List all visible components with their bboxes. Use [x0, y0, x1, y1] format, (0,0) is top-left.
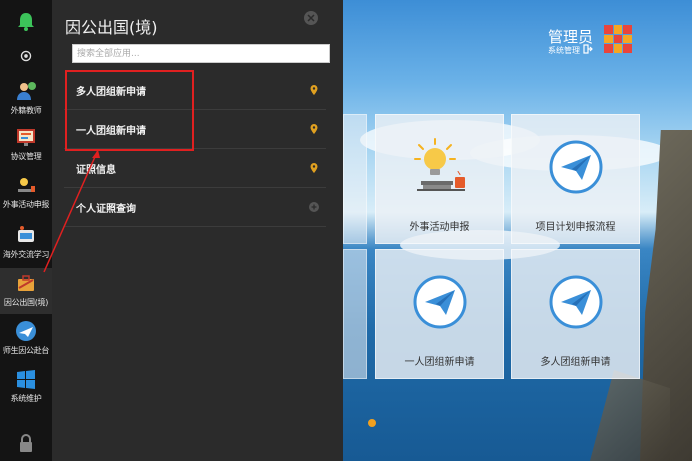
teacher-icon [17, 82, 36, 100]
rail-label: 师生因公赴台 [2, 346, 50, 355]
app-grid-icon[interactable] [604, 25, 632, 53]
lock-icon [20, 434, 32, 452]
rail-item-power[interactable] [0, 46, 52, 66]
rail-label: 系统维护 [10, 394, 42, 403]
page-indicator-dot[interactable] [368, 419, 376, 427]
tile-label: 一人团组新申请 [404, 357, 475, 368]
rail-item-foreign-teachers[interactable]: 外籍教师 [0, 80, 52, 120]
menu-item-license-info[interactable]: 证照信息 [64, 149, 326, 188]
paper-plane-icon [413, 275, 466, 329]
pin-icon[interactable] [308, 123, 320, 135]
plus-icon[interactable] [308, 201, 320, 213]
app-drawer-panel: 因公出国(境) 多人团组新申请 一人团组新申请 证照信息 个人证照查询 [52, 0, 343, 461]
tile-label: 项目计划申报流程 [535, 222, 616, 233]
tile-partial [343, 114, 367, 244]
menu-item-single-group[interactable]: 一人团组新申请 [64, 110, 326, 149]
menu-item-multi-group[interactable]: 多人团组新申请 [64, 71, 326, 110]
rail-label: 因公出国(境) [3, 298, 49, 307]
rail-label: 外事活动申报 [2, 200, 50, 209]
activity-icon [18, 178, 35, 192]
agreement-icon [17, 129, 35, 146]
rail-item-official-travel[interactable]: 因公出国(境) [0, 268, 52, 314]
power-icon [20, 50, 32, 62]
pin-icon[interactable] [308, 84, 320, 96]
exchange-icon [18, 226, 34, 242]
rail-label: 外籍教师 [10, 106, 42, 115]
menu-item-personal-license-query[interactable]: 个人证照查询 [64, 188, 326, 227]
tile-multi-group[interactable]: 多人团组新申请 [511, 249, 640, 379]
bell-icon [18, 13, 34, 31]
paper-plane-icon [549, 140, 602, 194]
tile-foreign-affairs[interactable]: 外事活动申报 [375, 114, 504, 244]
tile-label: 外事活动申报 [409, 222, 470, 233]
windows-icon [17, 370, 35, 389]
rail-item-foreign-activities[interactable]: 外事活动申报 [0, 174, 52, 214]
left-icon-rail: 外籍教师 协议管理 外事活动申报 海外交流学习 因公出国(境) 师生因公赴台 系… [0, 0, 52, 461]
rail-item-taiwan-visit[interactable]: 师生因公赴台 [0, 320, 52, 360]
close-button[interactable] [304, 11, 318, 25]
close-icon [307, 14, 315, 22]
paper-plane-icon [549, 275, 602, 329]
taiwan-icon [16, 321, 36, 341]
pin-icon[interactable] [308, 162, 320, 174]
menu-item-label: 个人证照查询 [76, 203, 136, 215]
tile-label: 多人团组新申请 [540, 357, 611, 368]
travel-icon [18, 275, 34, 291]
menu-item-label: 一人团组新申请 [76, 125, 146, 137]
rail-item-overseas-exchange[interactable]: 海外交流学习 [0, 224, 52, 264]
tile-single-group[interactable]: 一人团组新申请 [375, 249, 504, 379]
search-input[interactable] [72, 44, 330, 63]
logout-icon[interactable] [583, 44, 593, 54]
rail-item-lock[interactable] [0, 432, 52, 456]
rail-item-agreements[interactable]: 协议管理 [0, 126, 52, 166]
user-role: 系统管理 [548, 46, 580, 55]
rail-item-notifications[interactable] [0, 10, 52, 36]
tile-partial [343, 249, 367, 379]
rail-label: 协议管理 [10, 152, 42, 161]
menu-item-label: 证照信息 [76, 164, 116, 176]
panel-title: 因公出国(境) [65, 18, 158, 37]
rail-label: 海外交流学习 [2, 250, 50, 259]
lightbulb-desk-icon [413, 138, 465, 191]
menu-item-label: 多人团组新申请 [76, 86, 146, 98]
tile-project-plan[interactable]: 项目计划申报流程 [511, 114, 640, 244]
rail-item-system-maintenance[interactable]: 系统维护 [0, 368, 52, 408]
